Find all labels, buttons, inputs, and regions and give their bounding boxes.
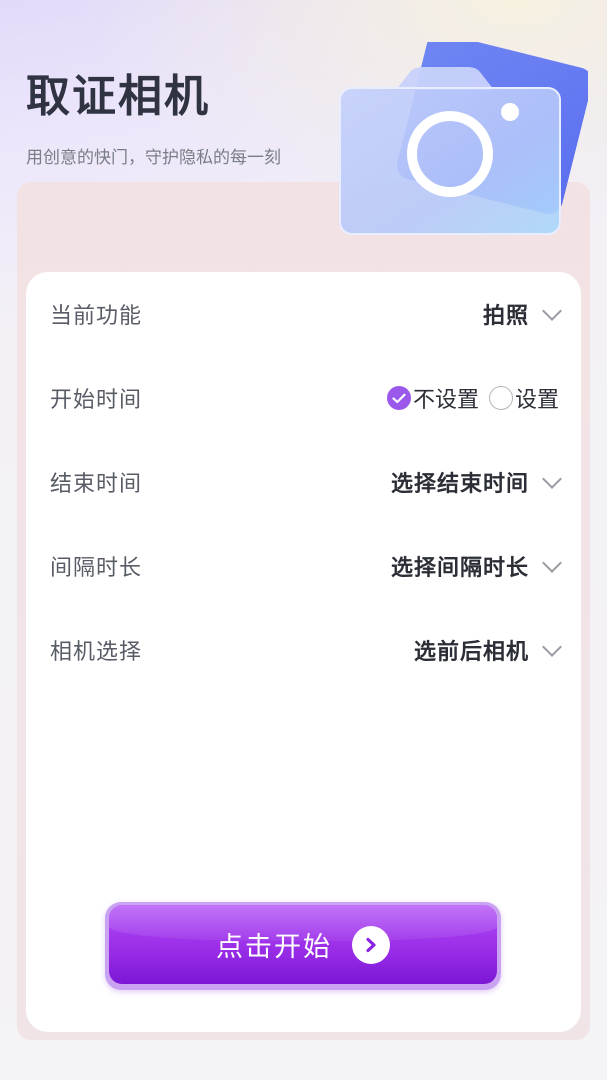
end-time-value: 选择结束时间 — [390, 472, 529, 497]
start-time-row: 开始时间 不设置 设置 — [50, 378, 559, 418]
end-time-label: 结束时间 — [50, 472, 143, 497]
camera-illustration-icon — [339, 42, 588, 235]
camera-label: 相机选择 — [50, 640, 143, 665]
end-time-row[interactable]: 结束时间 选择结束时间 — [50, 462, 562, 502]
chevron-right-icon — [352, 925, 390, 964]
function-value: 拍照 — [482, 304, 529, 329]
interval-row[interactable]: 间隔时长 选择间隔时长 — [50, 546, 562, 586]
interval-value: 选择间隔时长 — [390, 556, 529, 581]
check-icon — [386, 386, 411, 410]
start-button[interactable]: 点击开始 — [109, 905, 497, 984]
start-time-options: 不设置 设置 — [386, 382, 559, 414]
chevron-down-icon — [542, 553, 562, 573]
chevron-down-icon — [542, 469, 562, 489]
page-title: 取证相机 — [26, 71, 210, 122]
radio-unchecked-icon — [488, 386, 513, 410]
radio-setting-label: 设置 — [514, 388, 559, 413]
function-dropdown[interactable]: 拍照 — [482, 298, 562, 330]
start-button-frame: 点击开始 — [105, 902, 501, 990]
camera-dropdown[interactable]: 选前后相机 — [413, 634, 562, 666]
interval-dropdown[interactable]: 选择间隔时长 — [390, 550, 562, 582]
chevron-down-icon — [542, 301, 562, 321]
camera-row[interactable]: 相机选择 选前后相机 — [50, 630, 562, 670]
radio-no-setting[interactable]: 不设置 — [386, 382, 479, 414]
start-button-label: 点击开始 — [216, 932, 332, 963]
start-time-label: 开始时间 — [50, 388, 143, 413]
page-subtitle: 用创意的快门，守护隐私的每一刻 — [26, 148, 281, 168]
end-time-dropdown[interactable]: 选择结束时间 — [390, 466, 562, 498]
radio-setting[interactable]: 设置 — [488, 382, 559, 414]
chevron-down-icon — [542, 637, 562, 657]
function-label: 当前功能 — [50, 304, 143, 329]
radio-no-setting-label: 不设置 — [412, 388, 479, 413]
function-row[interactable]: 当前功能 拍照 — [50, 294, 562, 334]
camera-value: 选前后相机 — [413, 640, 529, 665]
interval-label: 间隔时长 — [50, 556, 143, 581]
